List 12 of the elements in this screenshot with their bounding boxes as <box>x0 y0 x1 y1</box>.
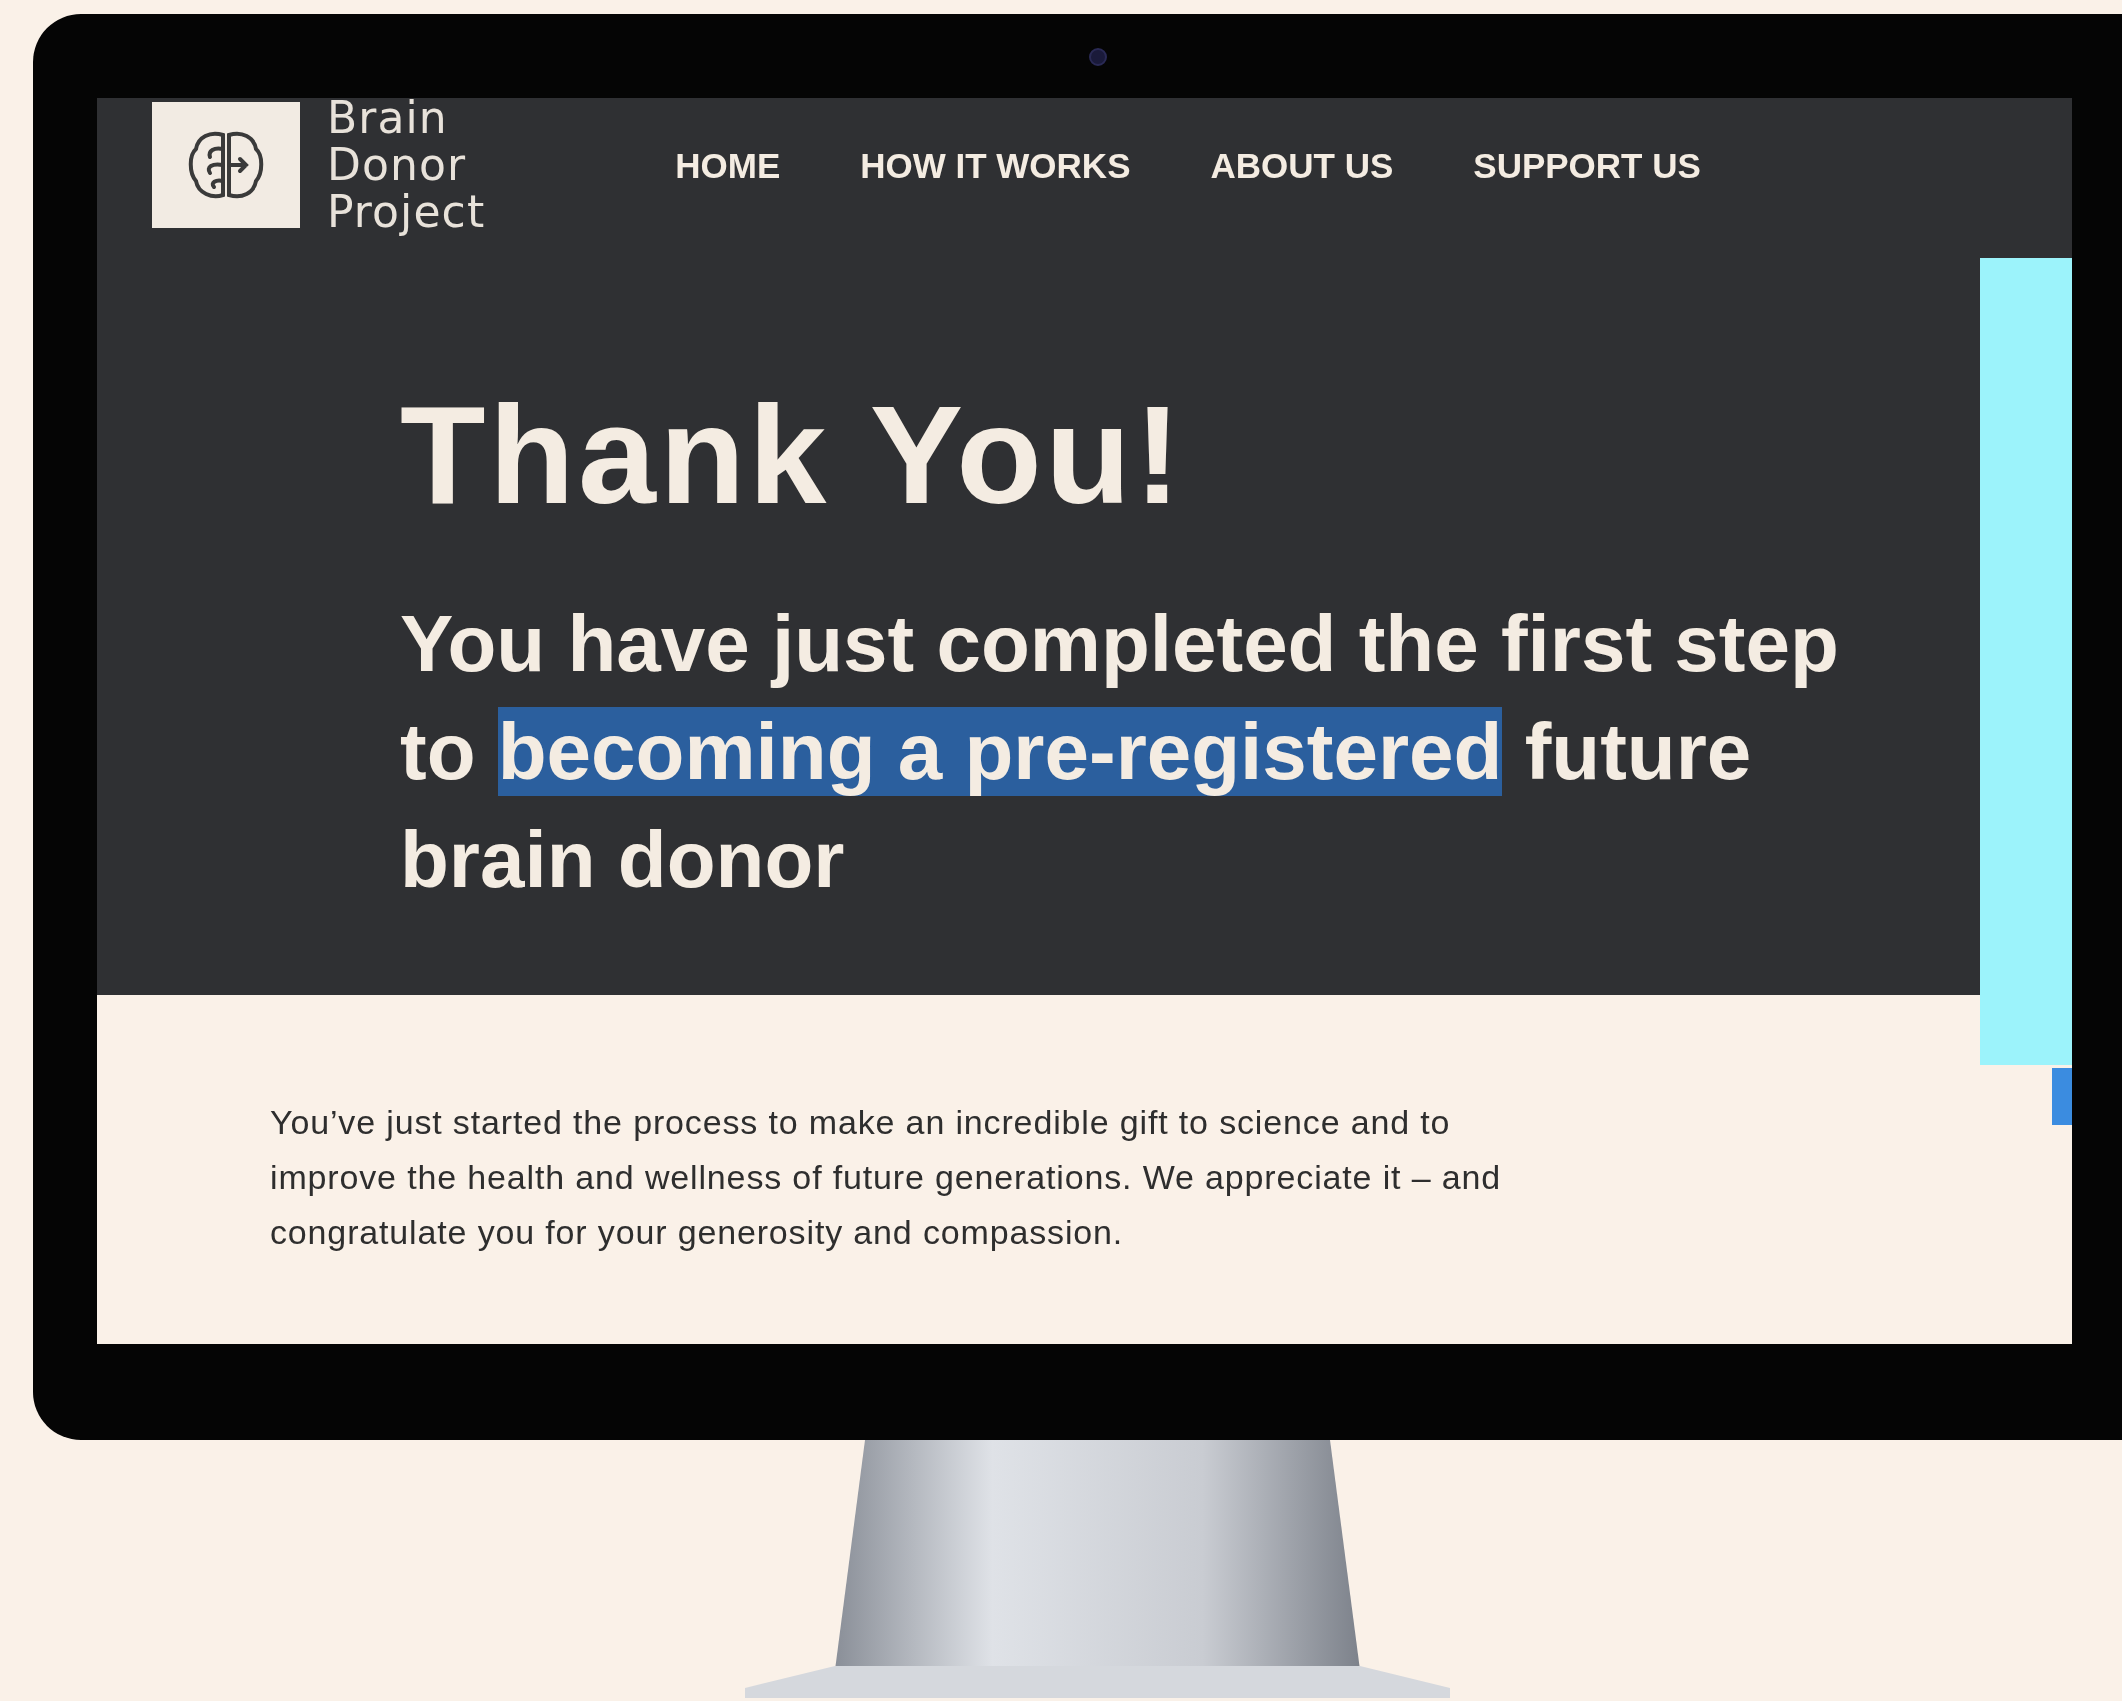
body-paragraph: You’ve just started the process to make an incredible gift to science and to improve the health and wellness of future generations. We appreciate it – and congratulate you for your generosity and compassion. <box>270 1102 1502 1253</box>
nav-link[interactable]: HOME <box>675 139 781 193</box>
brand-name: Project <box>327 188 486 235</box>
nav-link[interactable]: SUPPORT US <box>1473 139 1701 193</box>
brain-icon <box>186 129 266 201</box>
brand-name: Donor <box>327 141 468 188</box>
hero-subtitle: You have just completed the first step to becoming a pre-registered future brain donor <box>400 598 1840 906</box>
brand-name: Brain <box>327 98 449 141</box>
hero-title: Thank You! <box>400 380 1186 530</box>
webcam-icon <box>1089 48 1107 66</box>
nav-link[interactable]: ABOUT US <box>1210 139 1394 193</box>
nav-link[interactable]: HOW IT WORKS <box>860 139 1131 193</box>
